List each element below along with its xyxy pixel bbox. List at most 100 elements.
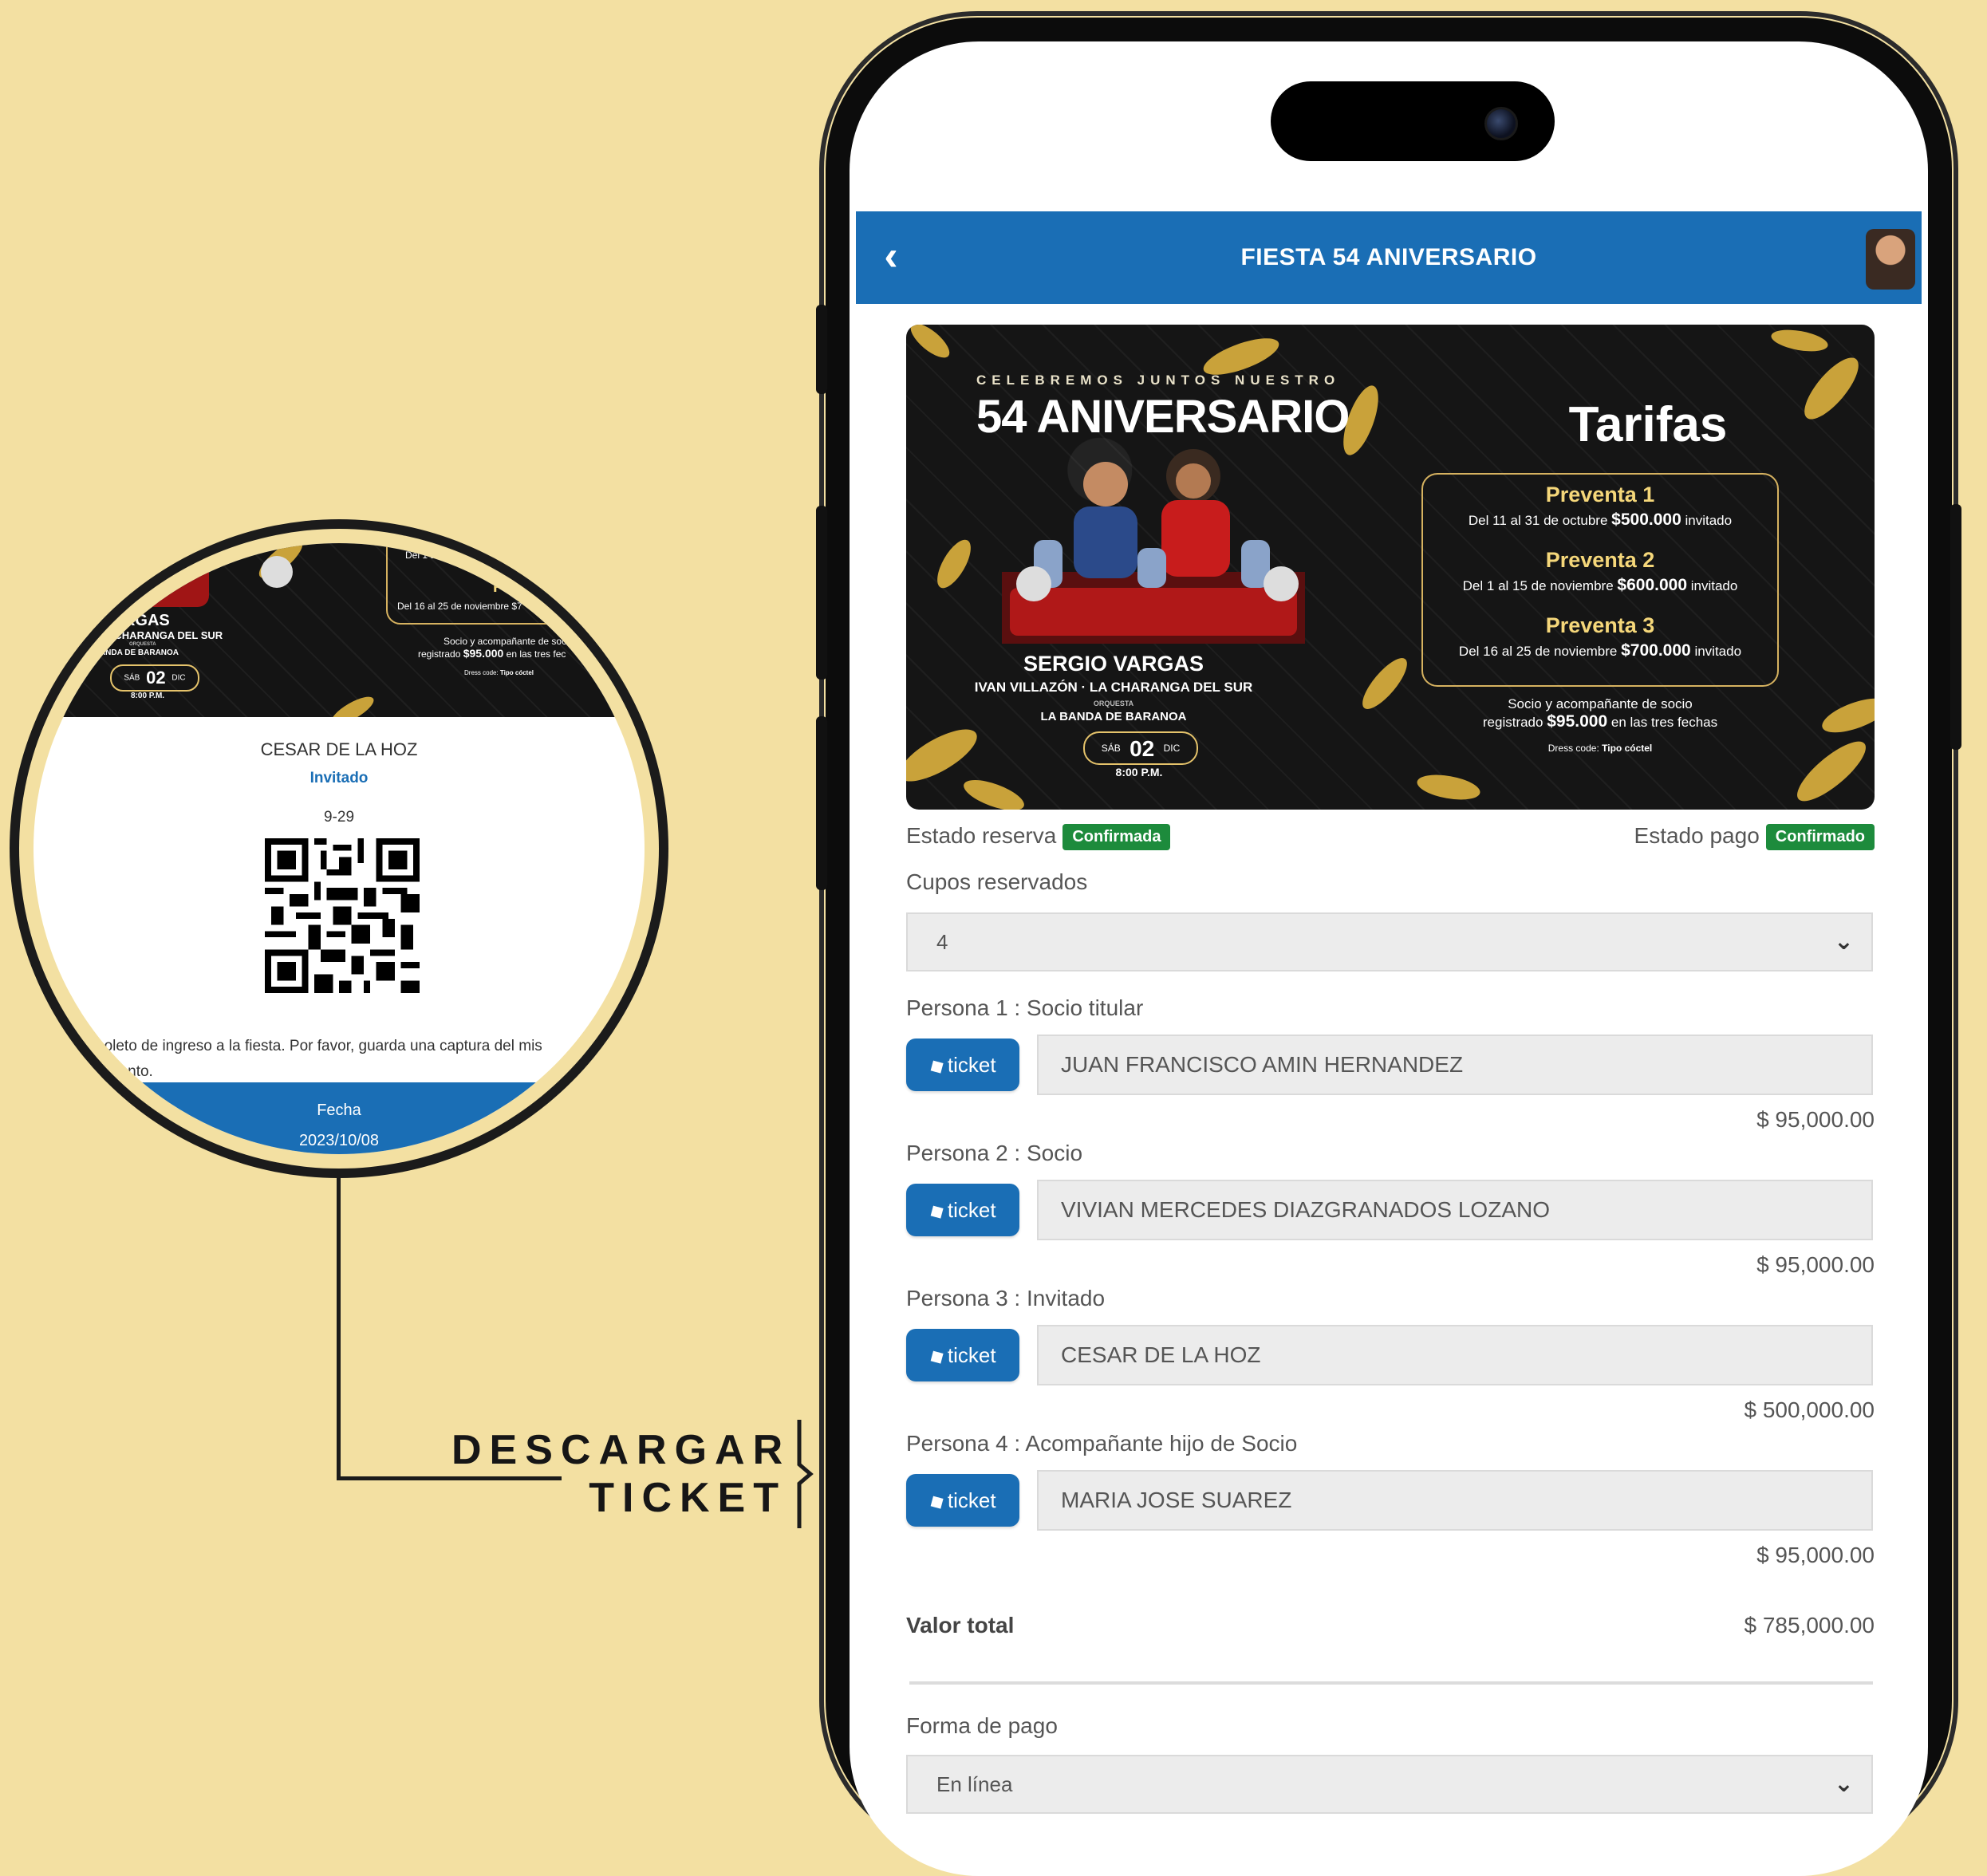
estado-pago: Estado pago Confirmado: [1634, 823, 1875, 851]
tier-price: $600.000: [1617, 576, 1687, 594]
tier-2: Preventa 2 Del 1 al 15 de noviembre $600…: [1423, 548, 1777, 595]
ticket-button[interactable]: ◆ticket: [906, 1329, 1019, 1381]
persona-price: $ 95,000.00: [1756, 1107, 1875, 1132]
socio-line: Socio y acompañante de socio: [1508, 696, 1693, 711]
mag-artist-band: LA BANDA DE BARANOA: [81, 648, 179, 657]
socio-note: Socio y acompañante de socio registrado …: [1417, 696, 1784, 731]
footer-label: Fecha: [317, 1102, 361, 1119]
payment-label: Forma de pago: [906, 1713, 1058, 1738]
ticket-button[interactable]: ◆ticket: [906, 1038, 1019, 1091]
cupos-label: Cupos reservados: [906, 869, 1088, 894]
total-value: $ 785,000.00: [1744, 1613, 1875, 1638]
tier-dates: Del 1 al 15 de noviembre: [1462, 578, 1614, 593]
total-label: Valor total: [906, 1613, 1015, 1638]
mag-tier-line: Del 16 al 25 de noviembre $7: [397, 601, 522, 612]
dress-code: Dress code: Tipo cóctel: [1417, 743, 1784, 754]
socio-price: $95.000: [463, 647, 504, 660]
banner-anniversary: 54 ANIVERSARIO: [976, 391, 1350, 443]
estado-reserva: Estado reserva Confirmada: [906, 823, 1171, 851]
callout-line-1: DESCARGAR: [451, 1427, 791, 1473]
brace-icon: [797, 1420, 814, 1528]
tier-3: Preventa 3 Del 16 al 25 de noviembre $70…: [1423, 613, 1777, 660]
persona-label: Persona 1 : Socio titular: [906, 995, 1144, 1020]
page-title: FIESTA 54 ANIVERSARIO: [1240, 244, 1537, 270]
app-header: ‹ FIESTA 54 ANIVERSARIO: [856, 211, 1922, 304]
payment-value: En línea: [936, 1772, 1013, 1796]
phone-volume-down: [816, 716, 827, 890]
qr-code-icon: [265, 838, 420, 993]
date-month: DIC: [1163, 743, 1181, 754]
divider: [909, 1681, 1873, 1685]
ticket-button[interactable]: ◆ticket: [906, 1184, 1019, 1236]
ticket-banner: IO VARGAS N · LA CHARANGA DEL SUR ORQUES…: [34, 543, 645, 717]
event-banner: CELEBREMOS JUNTOS NUESTRO 54 ANIVERSARIO: [906, 325, 1875, 810]
date-number: 02: [146, 668, 166, 688]
tier-dates: Del 11 al 31 de octubre: [1468, 513, 1608, 528]
tier-name: Preventa 1: [1545, 483, 1655, 506]
date-day: SÁB: [1101, 743, 1121, 754]
banner-artist-invite: ORQUESTA: [1093, 700, 1134, 707]
socio-post: en las tres fec: [506, 648, 566, 660]
chevron-down-icon: ⌄: [1833, 928, 1854, 955]
banner-date: SÁB 02 DIC: [1083, 731, 1198, 765]
tarifas-title: Tarifas: [1568, 397, 1728, 452]
tier-price: $700.000: [1621, 641, 1691, 660]
dynamic-island: [1271, 81, 1555, 161]
socio-price-line: registrado $95.000 en las tres fechas: [1417, 712, 1784, 731]
artists-photo: [1002, 449, 1305, 644]
magnifier: IO VARGAS N · LA CHARANGA DEL SUR ORQUES…: [19, 529, 659, 1169]
cupos-value: 4: [936, 930, 948, 954]
tier-detail: Del 16 al 25 de noviembre $700.000 invit…: [1423, 641, 1777, 660]
tier-price: $500.000: [1611, 510, 1681, 529]
persona-name-field[interactable]: VIVIAN MERCEDES DIAZGRANADOS LOZANO: [1037, 1180, 1873, 1240]
mag-tier-top: Del 1 al 15 d: [405, 550, 459, 561]
persona-price: $ 500,000.00: [1744, 1397, 1875, 1422]
ticket-preview: IO VARGAS N · LA CHARANGA DEL SUR ORQUES…: [34, 543, 645, 1154]
download-ticket-callout: DESCARGAR TICKET: [451, 1426, 787, 1522]
guest-name: CESAR DE LA HOZ: [260, 739, 418, 759]
persona-name-field[interactable]: CESAR DE LA HOZ: [1037, 1325, 1873, 1385]
instruction-line-1: boleto de ingreso a la fiesta. Por favor…: [96, 1038, 542, 1054]
mag-artist-sub: N · LA CHARANGA DEL SUR: [81, 629, 223, 641]
status-badge: Confirmado: [1765, 824, 1875, 851]
mag-tier-name: Preve: [493, 578, 537, 596]
banner-kicker: CELEBREMOS JUNTOS NUESTRO: [976, 372, 1341, 388]
persona-name-field[interactable]: MARIA JOSE SUAREZ: [1037, 1470, 1873, 1531]
persona-label: Persona 2 : Socio: [906, 1141, 1083, 1165]
dress-code-value: Tipo cóctel: [1602, 743, 1653, 754]
banner-artist-sub: IVAN VILLAZÓN · LA CHARANGA DEL SUR: [974, 680, 1253, 695]
status-badge: Confirmada: [1062, 824, 1171, 851]
ticket-button-label: ticket: [947, 1053, 996, 1077]
estado-pago-label: Estado pago: [1634, 823, 1760, 848]
ticket-footer: Fecha 2023/10/08: [34, 1082, 645, 1154]
tier-type: invitado: [1685, 513, 1733, 528]
mag-hour: 8:00 P.M.: [131, 692, 165, 700]
tier-1: Preventa 1 Del 11 al 31 de octubre $500.…: [1423, 483, 1777, 530]
socio-post: en las tres fechas: [1610, 715, 1718, 730]
date-month: DIC: [171, 673, 186, 683]
mag-socio-1: Socio y acompañante de soc: [444, 636, 567, 647]
tier-name: Preventa 3: [1545, 613, 1655, 637]
instruction-line-2: l evento.: [96, 1063, 153, 1080]
tarifas-box: Preventa 1 Del 11 al 31 de octubre $500.…: [1421, 473, 1779, 687]
tier-detail: Del 11 al 31 de octubre $500.000 invitad…: [1423, 510, 1777, 530]
callout-line-2: TICKET: [589, 1475, 787, 1521]
banner-hour: 8:00 P.M.: [1115, 766, 1163, 778]
persona-price: $ 95,000.00: [1756, 1252, 1875, 1277]
ticket-code: 9-29: [323, 809, 355, 826]
mag-date: SÁB 02 DIC: [110, 664, 199, 692]
banner-artist-main: SERGIO VARGAS: [1023, 652, 1204, 676]
avatar[interactable]: [1866, 229, 1915, 290]
persona-name-field[interactable]: JUAN FRANCISCO AMIN HERNANDEZ: [1037, 1035, 1873, 1095]
socio-pre: registrado: [1482, 715, 1543, 730]
socio-pre: registrado: [418, 648, 461, 660]
tier-dates: Del 16 al 25 de noviembre: [1458, 644, 1618, 659]
ticket-button-label: ticket: [947, 1198, 996, 1222]
connector-line: [337, 1174, 341, 1480]
cupos-select[interactable]: 4 ⌄: [906, 912, 1873, 972]
mag-socio-2: registrado $95.000 en las tres fec: [418, 647, 566, 660]
tier-detail: Del 1 al 15 de noviembre $600.000 invita…: [1423, 576, 1777, 595]
payment-select[interactable]: En línea ⌄: [906, 1755, 1873, 1814]
chevron-down-icon: ⌄: [1833, 1771, 1854, 1797]
ticket-button[interactable]: ◆ticket: [906, 1474, 1019, 1527]
